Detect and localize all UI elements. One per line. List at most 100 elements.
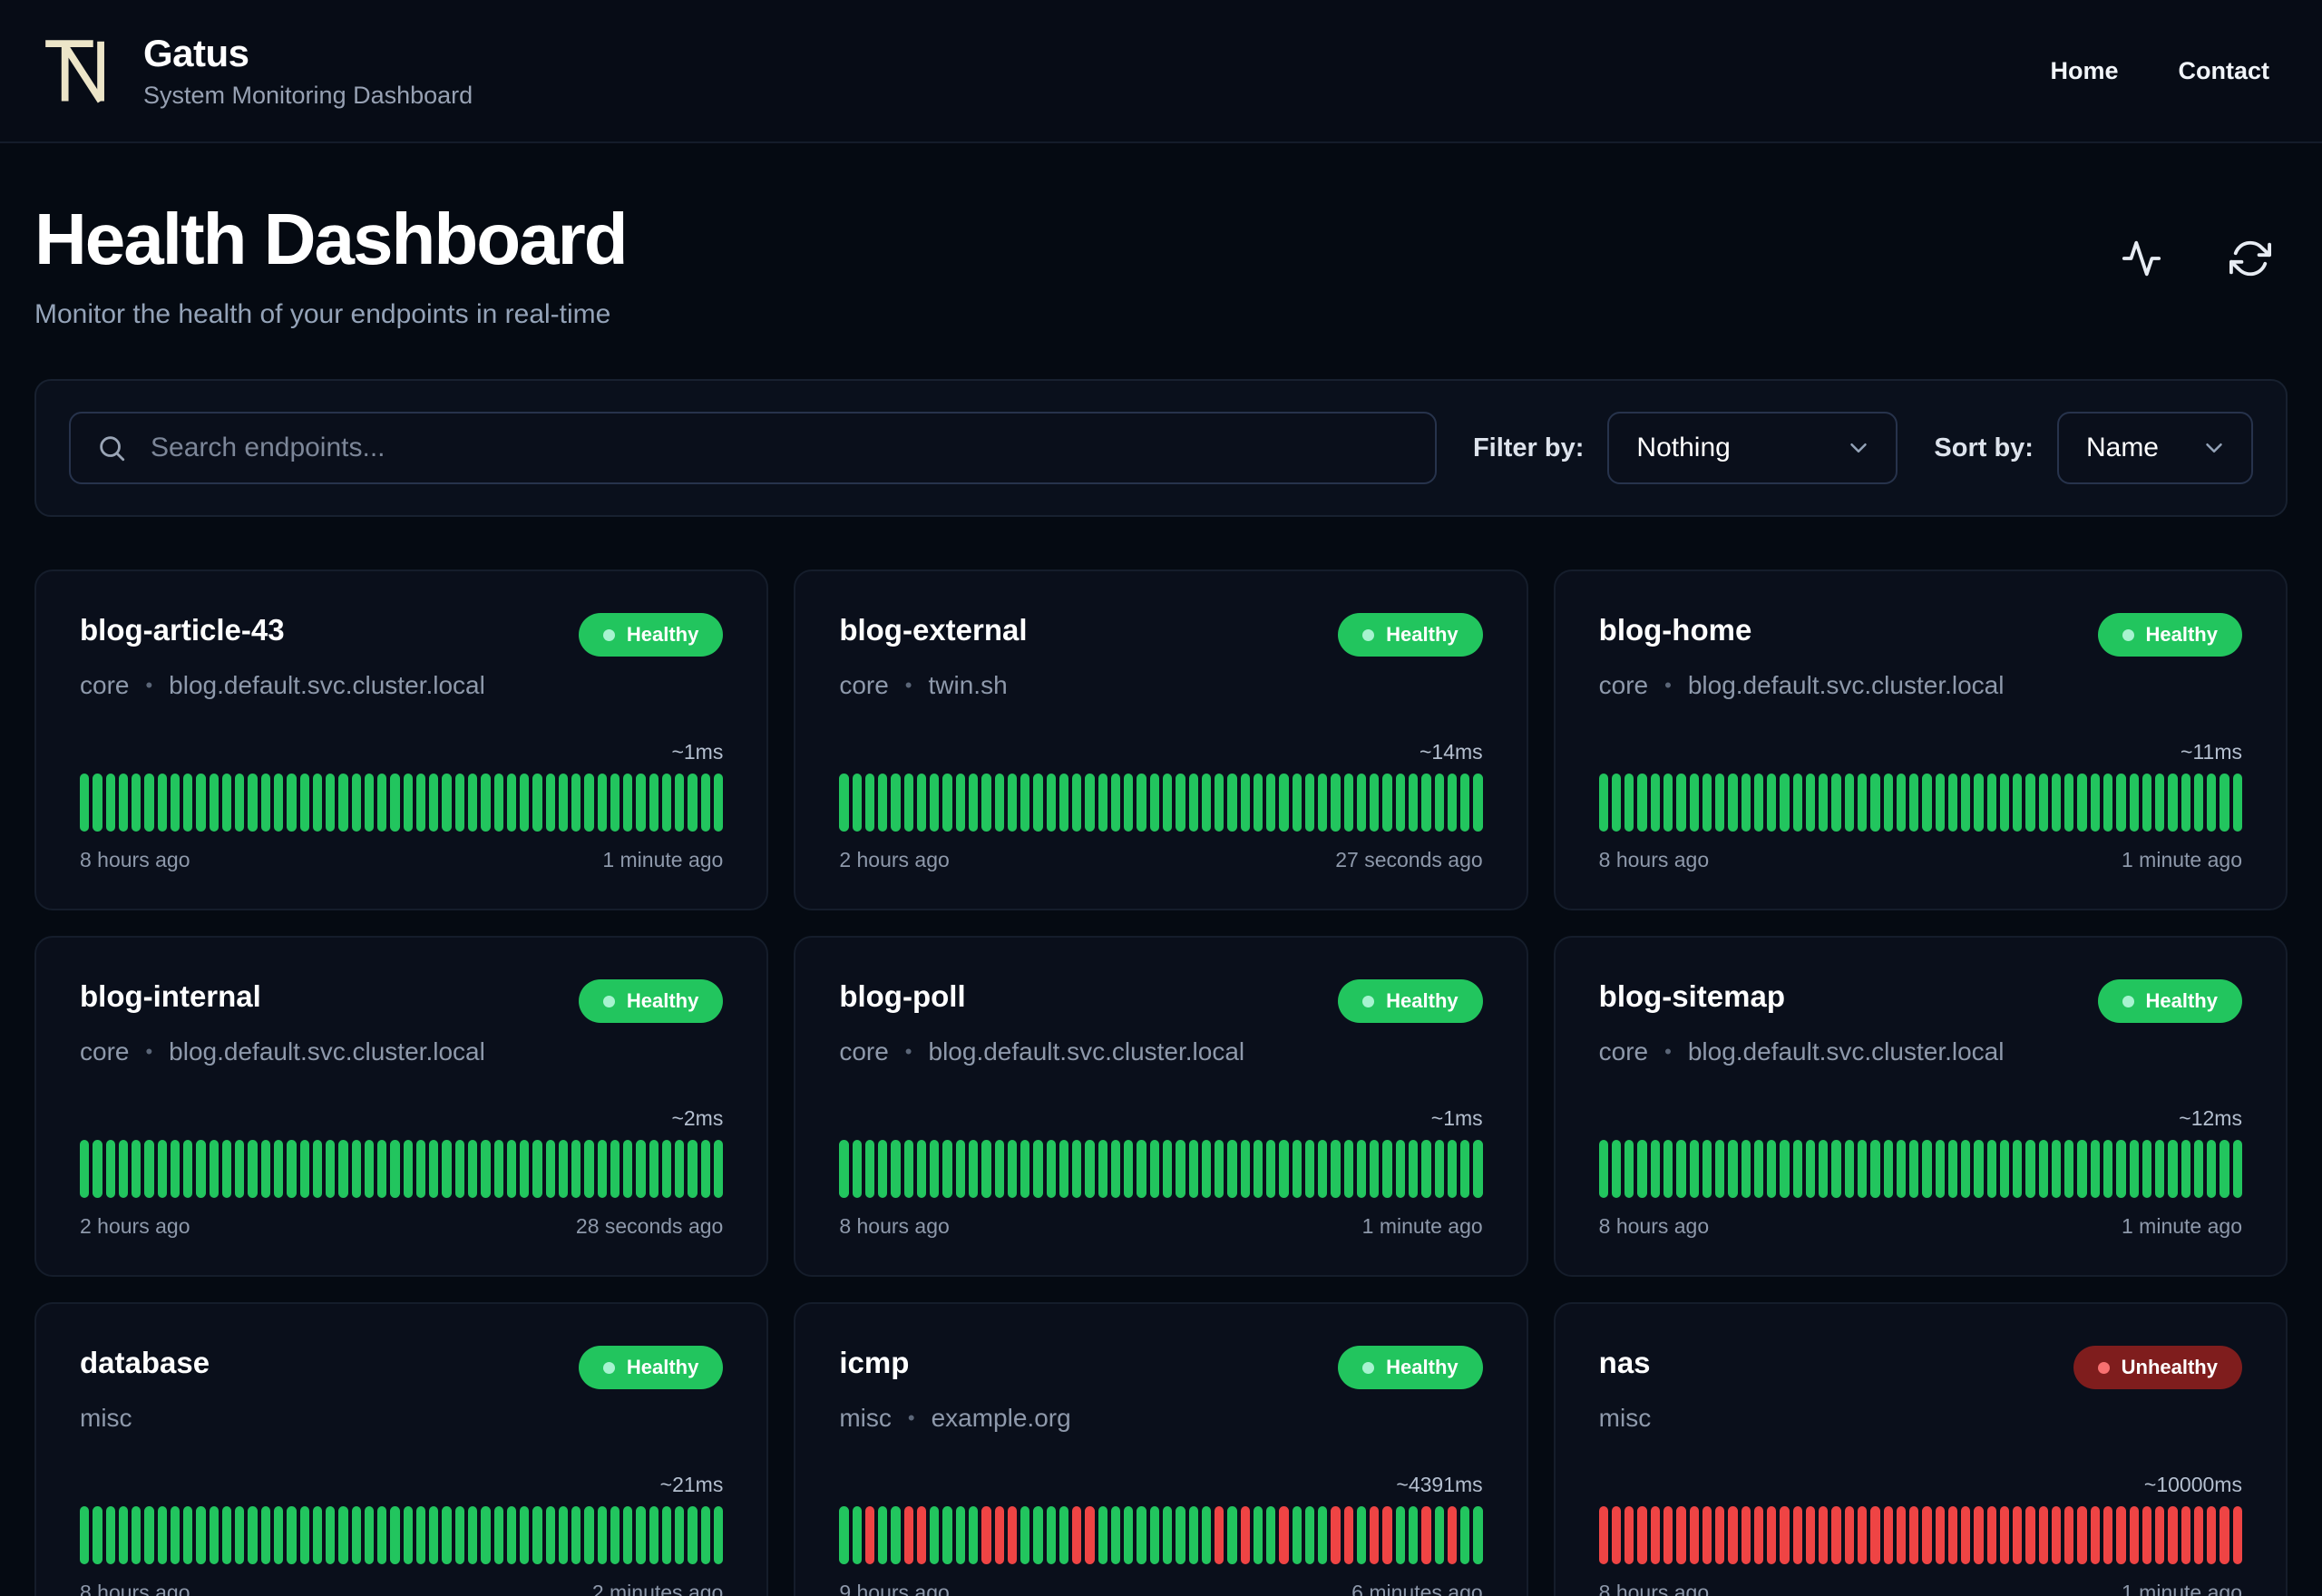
status-bar[interactable] [1409,774,1419,832]
status-bar[interactable] [1935,774,1945,832]
status-bar[interactable] [2090,1506,2101,1564]
status-bar[interactable] [597,1140,607,1198]
status-bar[interactable] [351,774,361,832]
status-bar[interactable] [1844,1506,1854,1564]
status-bar[interactable] [2193,1140,2204,1198]
search-input[interactable] [69,412,1437,484]
status-bar[interactable] [1831,1506,1841,1564]
status-bar[interactable] [1215,1506,1224,1564]
status-bar[interactable] [183,1140,193,1198]
status-bar[interactable] [105,1140,115,1198]
status-bar[interactable] [1085,1140,1095,1198]
status-bar[interactable] [1650,774,1660,832]
status-bar[interactable] [1896,1506,1907,1564]
status-bar[interactable] [196,1140,206,1198]
endpoint-card[interactable]: blog-home Healthy core • blog.default.sv… [1553,569,2288,910]
status-bar[interactable] [1896,1140,1907,1198]
status-bar[interactable] [506,1140,517,1198]
status-bar[interactable] [942,1140,952,1198]
status-bar[interactable] [2077,774,2087,832]
endpoint-card[interactable]: blog-poll Healthy core • blog.default.sv… [794,936,1528,1277]
status-bar[interactable] [1715,1140,1725,1198]
status-bar[interactable] [1792,1506,1802,1564]
status-bar[interactable] [1020,774,1030,832]
status-bar[interactable] [2129,1506,2139,1564]
status-bar[interactable] [891,1506,901,1564]
status-bar[interactable] [183,1506,193,1564]
status-bar[interactable] [209,774,219,832]
status-bar[interactable] [1227,1506,1237,1564]
status-bar[interactable] [1137,1140,1146,1198]
status-bar[interactable] [1676,1506,1686,1564]
status-bar[interactable] [1266,1140,1276,1198]
status-bar[interactable] [1343,1140,1353,1198]
status-bar[interactable] [1909,1140,1919,1198]
status-bar[interactable] [688,1140,698,1198]
status-bar[interactable] [1767,774,1777,832]
status-bar[interactable] [132,1140,141,1198]
status-bar[interactable] [930,774,940,832]
status-bar[interactable] [93,1506,102,1564]
status-bar[interactable] [1098,774,1107,832]
status-bar[interactable] [1961,774,1971,832]
status-bar[interactable] [312,1140,323,1198]
endpoint-card[interactable]: icmp Healthy misc • example.org ~4391ms … [794,1302,1528,1596]
status-bar[interactable] [1176,774,1185,832]
status-bar[interactable] [968,1506,979,1564]
status-bar[interactable] [1059,1506,1069,1564]
status-bar[interactable] [93,774,102,832]
status-bar[interactable] [688,774,698,832]
status-bar[interactable] [1650,1506,1660,1564]
status-bar[interactable] [105,1506,115,1564]
status-bar[interactable] [1447,1506,1458,1564]
status-bar[interactable] [1792,774,1802,832]
status-bar[interactable] [2064,774,2074,832]
status-bar[interactable] [2142,1506,2152,1564]
status-bar[interactable] [571,1506,581,1564]
status-bar[interactable] [1728,1140,1738,1198]
status-bar[interactable] [377,1506,387,1564]
status-bar[interactable] [532,1140,542,1198]
status-bar[interactable] [942,1506,952,1564]
status-bar[interactable] [878,774,888,832]
status-bar[interactable] [1395,774,1406,832]
status-bar[interactable] [1947,1506,1958,1564]
status-bar[interactable] [1689,1140,1699,1198]
status-bar[interactable] [1356,1506,1367,1564]
status-bar[interactable] [1318,774,1328,832]
status-bar[interactable] [2051,1140,2062,1198]
status-bar[interactable] [467,774,478,832]
status-bar[interactable] [1598,774,1608,832]
status-bar[interactable] [93,1140,102,1198]
status-bar[interactable] [1753,774,1764,832]
status-bar[interactable] [1741,1506,1751,1564]
status-bar[interactable] [1240,774,1250,832]
status-bar[interactable] [338,1506,348,1564]
status-bar[interactable] [1961,1140,1971,1198]
status-bar[interactable] [1883,1506,1893,1564]
status-bar[interactable] [2181,1140,2190,1198]
status-bar[interactable] [2103,1140,2113,1198]
status-bar[interactable] [1637,1140,1647,1198]
status-bar[interactable] [1162,774,1173,832]
status-bar[interactable] [2232,774,2242,832]
status-bar[interactable] [864,1506,875,1564]
status-bar[interactable] [260,1140,270,1198]
status-bar[interactable] [1201,1140,1212,1198]
status-bar[interactable] [1447,1140,1458,1198]
status-bar[interactable] [1805,1140,1816,1198]
status-bar[interactable] [584,1506,594,1564]
status-bar[interactable] [364,774,375,832]
status-bar[interactable] [2155,774,2165,832]
status-bar[interactable] [1947,774,1958,832]
status-bar[interactable] [2090,1140,2101,1198]
status-bar[interactable] [1922,1140,1932,1198]
status-bar[interactable] [338,774,348,832]
status-bar[interactable] [170,1140,180,1198]
status-bar[interactable] [930,1140,940,1198]
status-bar[interactable] [1201,1506,1212,1564]
status-bar[interactable] [1473,774,1483,832]
status-bar[interactable] [1974,1140,1984,1198]
status-bar[interactable] [157,1506,167,1564]
status-bar[interactable] [1007,774,1018,832]
